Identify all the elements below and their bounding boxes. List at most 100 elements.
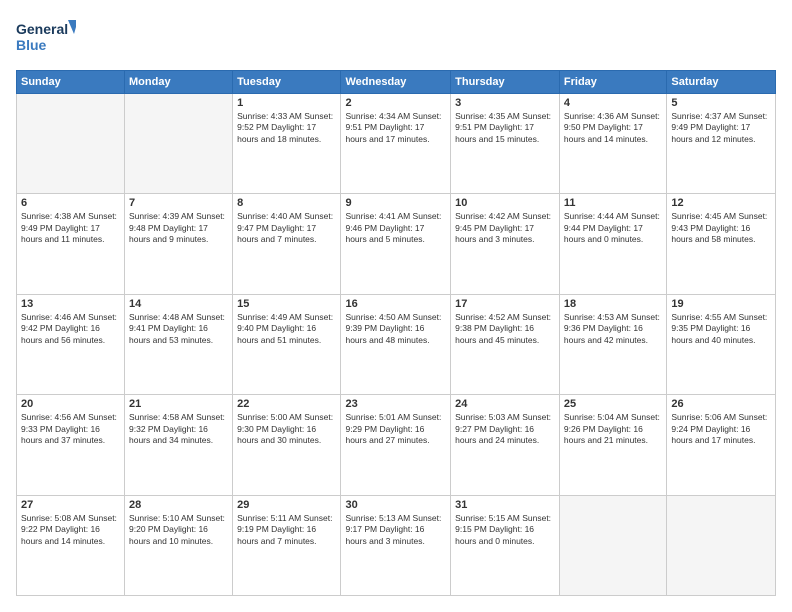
day-info: Sunrise: 4:58 AM Sunset: 9:32 PM Dayligh…: [129, 412, 228, 446]
day-info: Sunrise: 5:08 AM Sunset: 9:22 PM Dayligh…: [21, 513, 120, 547]
day-number: 21: [129, 398, 228, 410]
day-info: Sunrise: 4:40 AM Sunset: 9:47 PM Dayligh…: [237, 211, 336, 245]
day-cell: 10 Sunrise: 4:42 AM Sunset: 9:45 PM Dayli…: [451, 194, 560, 294]
day-cell: 7 Sunrise: 4:39 AM Sunset: 9:48 PM Daylig…: [125, 194, 233, 294]
day-cell: 2 Sunrise: 4:34 AM Sunset: 9:51 PM Daylig…: [341, 94, 451, 194]
svg-text:Blue: Blue: [16, 37, 47, 53]
day-cell: 19 Sunrise: 4:55 AM Sunset: 9:35 PM Dayli…: [667, 294, 776, 394]
day-cell: 18 Sunrise: 4:53 AM Sunset: 9:36 PM Dayli…: [559, 294, 666, 394]
day-number: 3: [455, 97, 555, 109]
day-info: Sunrise: 4:41 AM Sunset: 9:46 PM Dayligh…: [345, 211, 446, 245]
day-info: Sunrise: 4:37 AM Sunset: 9:49 PM Dayligh…: [671, 111, 771, 145]
day-info: Sunrise: 4:35 AM Sunset: 9:51 PM Dayligh…: [455, 111, 555, 145]
day-number: 2: [345, 97, 446, 109]
day-number: 5: [671, 97, 771, 109]
day-cell: 25Sunrise: 5:04 AM Sunset: 9:26 PM Dayli…: [559, 395, 666, 495]
day-cell: 4 Sunrise: 4:36 AM Sunset: 9:50 PM Daylig…: [559, 94, 666, 194]
day-number: 22: [237, 398, 336, 410]
week-row-3: 13Sunrise: 4:46 AM Sunset: 9:42 PM Dayli…: [17, 294, 776, 394]
day-info: Sunrise: 5:13 AM Sunset: 9:17 PM Dayligh…: [345, 513, 446, 547]
day-info: Sunrise: 4:38 AM Sunset: 9:49 PM Dayligh…: [21, 211, 120, 245]
header: General Blue: [16, 16, 776, 60]
day-info: Sunrise: 5:01 AM Sunset: 9:29 PM Dayligh…: [345, 412, 446, 446]
day-number: 24: [455, 398, 555, 410]
day-cell: 23 Sunrise: 5:01 AM Sunset: 9:29 PM Dayli…: [341, 395, 451, 495]
col-header-thursday: Thursday: [451, 71, 560, 94]
day-info: Sunrise: 4:39 AM Sunset: 9:48 PM Dayligh…: [129, 211, 228, 245]
day-number: 6: [21, 197, 120, 209]
day-info: Sunrise: 4:52 AM Sunset: 9:38 PM Dayligh…: [455, 312, 555, 346]
day-number: 27: [21, 499, 120, 511]
day-number: 7: [129, 197, 228, 209]
day-number: 4: [564, 97, 662, 109]
col-header-tuesday: Tuesday: [233, 71, 341, 94]
day-cell: 28 Sunrise: 5:10 AM Sunset: 9:20 PM Dayli…: [125, 495, 233, 595]
day-number: 10: [455, 197, 555, 209]
day-info: Sunrise: 4:49 AM Sunset: 9:40 PM Dayligh…: [237, 312, 336, 346]
day-cell: 16Sunrise: 4:50 AM Sunset: 9:39 PM Dayli…: [341, 294, 451, 394]
day-info: Sunrise: 4:50 AM Sunset: 9:39 PM Dayligh…: [345, 312, 446, 346]
col-header-wednesday: Wednesday: [341, 71, 451, 94]
day-number: 14: [129, 298, 228, 310]
col-header-saturday: Saturday: [667, 71, 776, 94]
day-cell: 21 Sunrise: 4:58 AM Sunset: 9:32 PM Dayli…: [125, 395, 233, 495]
day-cell: 15 Sunrise: 4:49 AM Sunset: 9:40 PM Dayli…: [233, 294, 341, 394]
day-cell: 22 Sunrise: 5:00 AM Sunset: 9:30 PM Dayli…: [233, 395, 341, 495]
calendar-table: SundayMondayTuesdayWednesdayThursdayFrid…: [16, 70, 776, 596]
week-row-4: 20 Sunrise: 4:56 AM Sunset: 9:33 PM Dayli…: [17, 395, 776, 495]
day-cell: 11 Sunrise: 4:44 AM Sunset: 9:44 PM Dayli…: [559, 194, 666, 294]
day-info: Sunrise: 4:56 AM Sunset: 9:33 PM Dayligh…: [21, 412, 120, 446]
day-info: Sunrise: 4:48 AM Sunset: 9:41 PM Dayligh…: [129, 312, 228, 346]
day-cell: [559, 495, 666, 595]
calendar-header-row: SundayMondayTuesdayWednesdayThursdayFrid…: [17, 71, 776, 94]
day-cell: 13Sunrise: 4:46 AM Sunset: 9:42 PM Dayli…: [17, 294, 125, 394]
day-number: 20: [21, 398, 120, 410]
day-number: 15: [237, 298, 336, 310]
col-header-monday: Monday: [125, 71, 233, 94]
day-info: Sunrise: 5:03 AM Sunset: 9:27 PM Dayligh…: [455, 412, 555, 446]
day-info: Sunrise: 4:53 AM Sunset: 9:36 PM Dayligh…: [564, 312, 662, 346]
day-cell: 5 Sunrise: 4:37 AM Sunset: 9:49 PM Daylig…: [667, 94, 776, 194]
page: General Blue SundayMondayTuesdayWednesda…: [0, 0, 792, 612]
day-info: Sunrise: 4:44 AM Sunset: 9:44 PM Dayligh…: [564, 211, 662, 245]
day-info: Sunrise: 4:36 AM Sunset: 9:50 PM Dayligh…: [564, 111, 662, 145]
logo-svg: General Blue: [16, 16, 76, 60]
day-info: Sunrise: 4:33 AM Sunset: 9:52 PM Dayligh…: [237, 111, 336, 145]
day-number: 8: [237, 197, 336, 209]
day-cell: 12Sunrise: 4:45 AM Sunset: 9:43 PM Dayli…: [667, 194, 776, 294]
week-row-2: 6 Sunrise: 4:38 AM Sunset: 9:49 PM Daylig…: [17, 194, 776, 294]
week-row-1: 1 Sunrise: 4:33 AM Sunset: 9:52 PM Daylig…: [17, 94, 776, 194]
day-info: Sunrise: 5:10 AM Sunset: 9:20 PM Dayligh…: [129, 513, 228, 547]
day-number: 23: [345, 398, 446, 410]
col-header-friday: Friday: [559, 71, 666, 94]
day-info: Sunrise: 5:06 AM Sunset: 9:24 PM Dayligh…: [671, 412, 771, 446]
day-info: Sunrise: 4:55 AM Sunset: 9:35 PM Dayligh…: [671, 312, 771, 346]
day-number: 26: [671, 398, 771, 410]
day-cell: 8 Sunrise: 4:40 AM Sunset: 9:47 PM Daylig…: [233, 194, 341, 294]
day-info: Sunrise: 5:00 AM Sunset: 9:30 PM Dayligh…: [237, 412, 336, 446]
day-number: 19: [671, 298, 771, 310]
day-info: Sunrise: 4:42 AM Sunset: 9:45 PM Dayligh…: [455, 211, 555, 245]
day-cell: [125, 94, 233, 194]
day-number: 17: [455, 298, 555, 310]
day-number: 12: [671, 197, 771, 209]
day-info: Sunrise: 4:34 AM Sunset: 9:51 PM Dayligh…: [345, 111, 446, 145]
day-info: Sunrise: 4:46 AM Sunset: 9:42 PM Dayligh…: [21, 312, 120, 346]
day-number: 18: [564, 298, 662, 310]
day-cell: 1 Sunrise: 4:33 AM Sunset: 9:52 PM Daylig…: [233, 94, 341, 194]
logo: General Blue: [16, 16, 76, 60]
day-cell: 26 Sunrise: 5:06 AM Sunset: 9:24 PM Dayli…: [667, 395, 776, 495]
day-number: 31: [455, 499, 555, 511]
day-info: Sunrise: 5:04 AM Sunset: 9:26 PM Dayligh…: [564, 412, 662, 446]
day-number: 9: [345, 197, 446, 209]
day-cell: 27 Sunrise: 5:08 AM Sunset: 9:22 PM Dayli…: [17, 495, 125, 595]
day-cell: 31 Sunrise: 5:15 AM Sunset: 9:15 PM Dayli…: [451, 495, 560, 595]
day-number: 1: [237, 97, 336, 109]
day-number: 28: [129, 499, 228, 511]
day-number: 11: [564, 197, 662, 209]
day-cell: 20 Sunrise: 4:56 AM Sunset: 9:33 PM Dayli…: [17, 395, 125, 495]
day-info: Sunrise: 5:15 AM Sunset: 9:15 PM Dayligh…: [455, 513, 555, 547]
day-cell: 6 Sunrise: 4:38 AM Sunset: 9:49 PM Daylig…: [17, 194, 125, 294]
day-cell: [667, 495, 776, 595]
svg-text:General: General: [16, 21, 68, 37]
